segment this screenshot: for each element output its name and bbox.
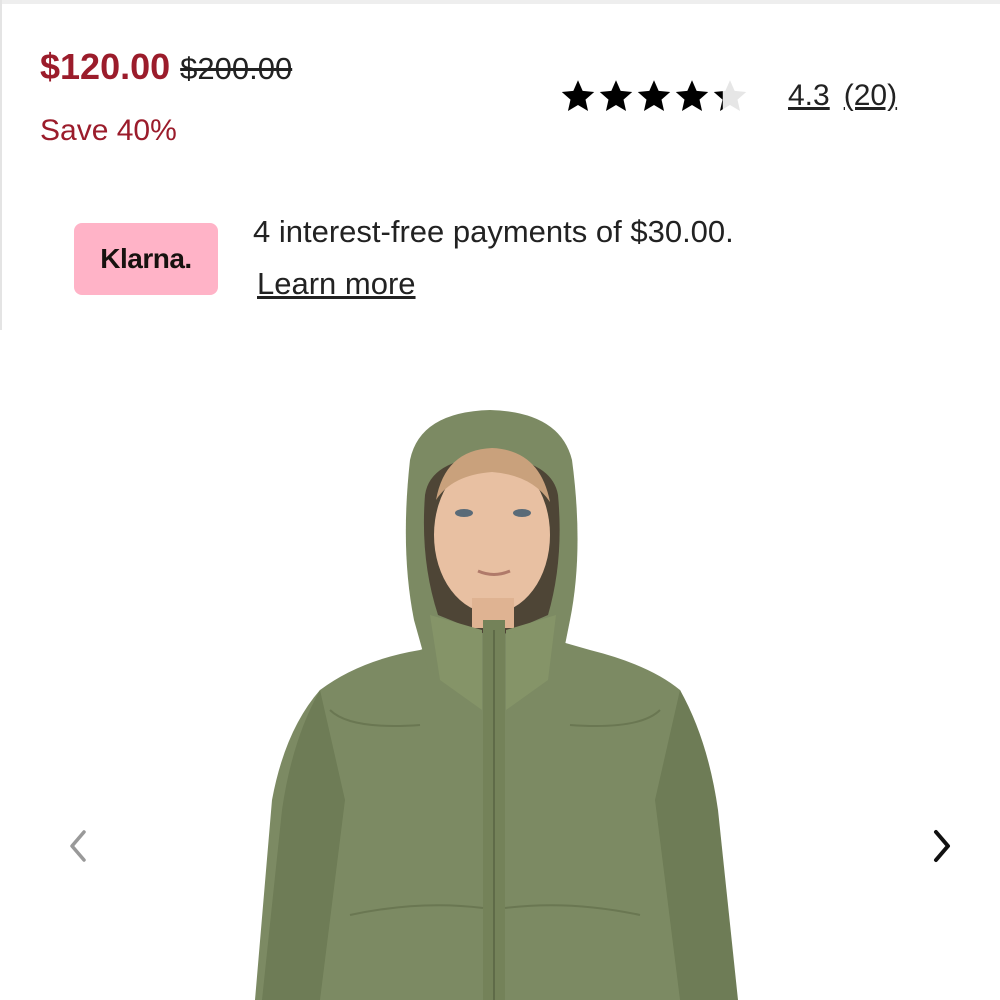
star-icon: [713, 80, 747, 111]
next-image-button[interactable]: [922, 826, 962, 866]
klarna-logo-text: Klarna.: [100, 243, 192, 274]
savings-text: Save 40%: [40, 114, 177, 147]
star-icon: [637, 80, 671, 111]
rating-value[interactable]: 4.3: [788, 79, 830, 113]
top-border: [0, 0, 1000, 4]
sale-price: $120.00: [40, 46, 171, 87]
product-image: [0, 330, 1000, 1000]
star-icon: [599, 80, 633, 111]
review-count-link[interactable]: (20): [844, 79, 897, 113]
chevron-right-icon: [934, 830, 950, 862]
star-icon: [675, 80, 709, 111]
original-price: $200.00: [180, 51, 293, 86]
klarna-logo: Klarna.: [74, 223, 218, 295]
product-rating[interactable]: 4.3 (20): [560, 78, 897, 114]
learn-more-link[interactable]: Learn more: [257, 266, 416, 302]
chevron-left-icon: [70, 830, 86, 862]
prev-image-button[interactable]: [58, 826, 98, 866]
star-rating: [560, 78, 750, 114]
price-row: $120.00 $200.00: [40, 46, 292, 88]
star-icon: [561, 80, 595, 111]
klarna-payment-message: 4 interest-free payments of $30.00.: [253, 214, 734, 249]
